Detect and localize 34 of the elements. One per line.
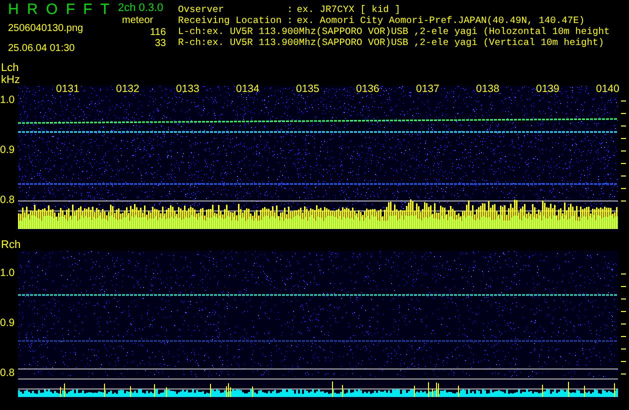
axis-label: 1.0 <box>0 94 15 106</box>
channel-label: Lch <box>1 62 20 74</box>
time-label: 0133 <box>176 83 200 95</box>
info-value: ex. Aomori City Aomori-Pref.JAPAN(40.49N, 140.47E) <box>296 15 585 26</box>
time-label: 0138 <box>476 83 500 95</box>
time-label: 0136 <box>356 83 380 95</box>
time-label: 0140 <box>596 83 620 95</box>
meteor-count: 33 <box>154 38 167 50</box>
info-line: L-ch:ex. UV5R 113.900Mhz(SAPPORO VOR)USB ,2-ele yagi (Holozontal 10m height <box>178 26 610 37</box>
info-separator: : <box>287 4 293 15</box>
axis-label: 0.9 <box>0 144 15 156</box>
time-label: 0135 <box>296 83 320 95</box>
time-label: 0134 <box>236 83 260 95</box>
axis-label: 1.0 <box>0 267 15 279</box>
axis-label: 0.8 <box>0 194 15 206</box>
info-value: ex. JR7CYX [ kid ] <box>296 4 400 15</box>
info-label: Receiving Location <box>178 15 283 26</box>
meteor-count: 116 <box>149 27 167 38</box>
info-line: R-ch:ex. UV5R 113.900Mhz(SAPPORO VOR)USB ,2-ele yagi (Vertical 10m height) <box>178 37 604 48</box>
info-label: Ovserver <box>178 4 226 15</box>
time-label: 0132 <box>116 83 140 95</box>
date-time: 25.06.04 01:30 <box>8 42 76 54</box>
axis-label: 0.9 <box>0 317 15 329</box>
meteor-label: meteor <box>121 15 154 28</box>
version-label: 2ch 0.3.0 <box>118 2 164 16</box>
app-title: H R O F F T <box>8 2 112 18</box>
unit-label: kHz <box>1 74 21 86</box>
info-separator: : <box>287 15 293 26</box>
axis-label: 0.8 <box>0 367 15 379</box>
time-label: 0137 <box>416 83 440 95</box>
time-label: 0131 <box>56 83 80 95</box>
channel-label: Rch <box>1 239 22 251</box>
file-name: 2506040130.png <box>8 22 84 34</box>
time-label: 0139 <box>536 83 560 95</box>
